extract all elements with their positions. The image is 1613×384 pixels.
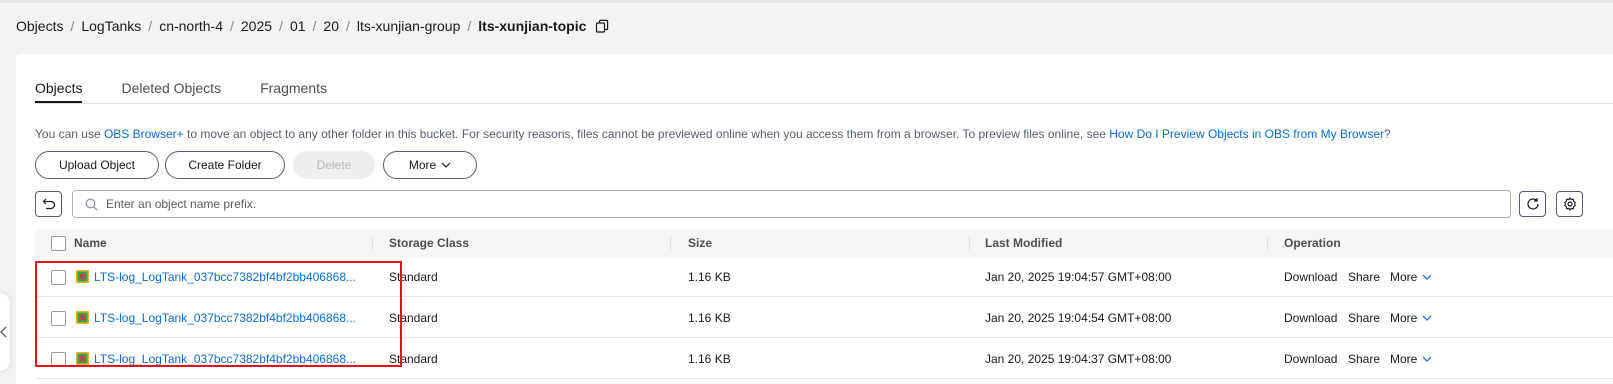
storage-class-value: Standard: [389, 311, 438, 325]
info-notice: You can use OBS Browser+ to move an obje…: [35, 127, 1391, 141]
storage-class-value: Standard: [389, 352, 438, 366]
row-more-menu[interactable]: More: [1390, 270, 1432, 284]
object-name-link[interactable]: LTS-log_LogTank_037bcc7382bf4bf2bb406868…: [94, 352, 356, 366]
size-value: 1.16 KB: [688, 311, 731, 325]
tab-fragments[interactable]: Fragments: [260, 80, 327, 102]
objects-panel: Objects Deleted Objects Fragments You ca…: [16, 54, 1613, 384]
header-operation: Operation: [1284, 236, 1341, 250]
refresh-button[interactable]: [1519, 191, 1546, 217]
breadcrumb: Objects / LogTanks / cn-north-4 / 2025 /…: [16, 17, 609, 35]
breadcrumb-separator: /: [148, 18, 153, 34]
chevron-down-icon: [1422, 274, 1432, 280]
breadcrumb-separator: /: [230, 18, 234, 34]
last-modified-value: Jan 20, 2025 19:04:54 GMT+08:00: [985, 311, 1172, 325]
row-more-label: More: [1390, 270, 1418, 284]
search-box: [72, 190, 1511, 218]
last-modified-value: Jan 20, 2025 19:04:37 GMT+08:00: [985, 352, 1172, 366]
select-all-checkbox[interactable]: [51, 236, 66, 251]
breadcrumb-separator: /: [312, 18, 317, 34]
download-link[interactable]: Download: [1284, 352, 1337, 366]
breadcrumb-item-day[interactable]: 20: [323, 18, 339, 34]
tabs-divider: [35, 103, 1613, 104]
tab-objects[interactable]: Objects: [35, 80, 83, 103]
chevron-down-icon: [1422, 315, 1432, 321]
header-size[interactable]: Size: [688, 236, 712, 250]
file-icon: [76, 270, 89, 283]
column-divider: [372, 236, 373, 250]
table-row: LTS-log_LogTank_037bcc7382bf4bf2bb406868…: [35, 339, 1613, 379]
table-row: LTS-log_LogTank_037bcc7382bf4bf2bb406868…: [35, 257, 1613, 297]
header-last-modified[interactable]: Last Modified: [985, 236, 1062, 250]
search-input[interactable]: [106, 197, 1406, 211]
chevron-down-icon: [1422, 356, 1432, 362]
breadcrumb-item-year[interactable]: 2025: [241, 18, 272, 34]
breadcrumb-item-month[interactable]: 01: [290, 18, 306, 34]
more-button-label: More: [408, 158, 437, 172]
chevron-left-icon: [0, 326, 7, 338]
breadcrumb-separator: /: [279, 18, 283, 34]
header-storage-class[interactable]: Storage Class: [389, 236, 469, 250]
row-checkbox[interactable]: [51, 311, 66, 326]
download-link[interactable]: Download: [1284, 311, 1337, 325]
breadcrumb-separator: /: [70, 18, 75, 34]
breadcrumb-item-objects[interactable]: Objects: [16, 18, 63, 34]
row-checkbox[interactable]: [51, 270, 66, 285]
tab-deleted-objects[interactable]: Deleted Objects: [121, 80, 221, 102]
file-icon: [76, 311, 89, 324]
breadcrumb-separator: /: [345, 18, 350, 34]
column-divider: [670, 236, 671, 250]
header-name[interactable]: Name: [74, 236, 107, 250]
back-icon: [42, 198, 55, 210]
chevron-down-icon: [441, 162, 451, 168]
search-icon: [85, 198, 98, 210]
obs-browser-link[interactable]: OBS Browser+: [104, 127, 184, 141]
top-border: [0, 0, 1613, 3]
breadcrumb-separator: /: [467, 18, 472, 34]
breadcrumb-current: lts-xunjian-topic: [478, 18, 587, 34]
breadcrumb-item-group[interactable]: lts-xunjian-group: [357, 18, 461, 34]
share-link[interactable]: Share: [1348, 352, 1380, 366]
breadcrumb-item-logtanks[interactable]: LogTanks: [81, 18, 141, 34]
notice-middle: to move an object to any other folder in…: [183, 127, 1110, 141]
refresh-icon: [1526, 198, 1539, 210]
row-checkbox[interactable]: [51, 352, 66, 367]
object-name-link[interactable]: LTS-log_LogTank_037bcc7382bf4bf2bb406868…: [94, 270, 356, 284]
copy-icon[interactable]: [595, 19, 609, 33]
back-button[interactable]: [35, 191, 62, 217]
upload-object-button[interactable]: Upload Object: [35, 151, 159, 179]
object-name-link[interactable]: LTS-log_LogTank_037bcc7382bf4bf2bb406868…: [94, 311, 356, 325]
download-link[interactable]: Download: [1284, 270, 1337, 284]
notice-suffix: ?: [1383, 127, 1391, 141]
settings-button[interactable]: [1556, 191, 1583, 217]
last-modified-value: Jan 20, 2025 19:04:57 GMT+08:00: [985, 270, 1172, 284]
row-more-label: More: [1390, 352, 1418, 366]
storage-class-value: Standard: [389, 270, 438, 284]
share-link[interactable]: Share: [1348, 311, 1380, 325]
row-more-menu[interactable]: More: [1390, 311, 1432, 325]
notice-prefix: You can use: [35, 127, 104, 141]
column-divider: [1267, 236, 1268, 250]
column-divider: [969, 236, 970, 250]
size-value: 1.16 KB: [688, 352, 731, 366]
file-icon: [76, 352, 89, 365]
table-row: LTS-log_LogTank_037bcc7382bf4bf2bb406868…: [35, 298, 1613, 338]
preview-help-link[interactable]: How Do I Preview Objects in OBS from My …: [1109, 127, 1384, 141]
row-more-label: More: [1390, 311, 1418, 325]
table-header: Name Storage Class Size Last Modified Op…: [35, 229, 1613, 257]
delete-button[interactable]: Delete: [293, 151, 375, 179]
create-folder-button[interactable]: Create Folder: [165, 151, 285, 179]
share-link[interactable]: Share: [1348, 270, 1380, 284]
more-button[interactable]: More: [383, 151, 477, 179]
settings-icon: [1563, 197, 1576, 211]
tab-bar: Objects Deleted Objects Fragments: [35, 80, 366, 103]
breadcrumb-item-region[interactable]: cn-north-4: [159, 18, 223, 34]
sidebar-collapse-handle[interactable]: [0, 293, 10, 371]
row-more-menu[interactable]: More: [1390, 352, 1432, 366]
size-value: 1.16 KB: [688, 270, 731, 284]
